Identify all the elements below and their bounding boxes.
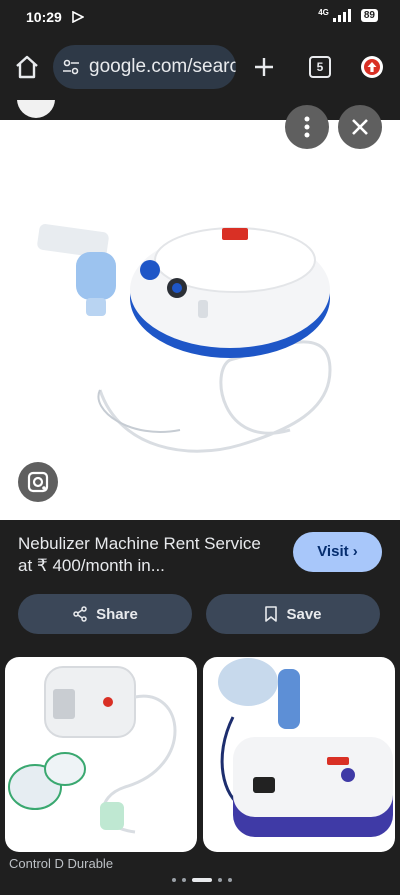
visit-label: Visit [317, 543, 349, 560]
pager-dot [228, 878, 232, 882]
network-label: 4G [318, 8, 329, 17]
update-icon[interactable] [361, 56, 383, 78]
pager-dot [172, 878, 176, 882]
pager-dots [172, 878, 232, 882]
pager-dot [218, 878, 222, 882]
tune-icon[interactable] [62, 58, 80, 76]
home-icon[interactable] [14, 54, 40, 80]
related-result-thumbnail[interactable] [5, 657, 197, 852]
status-time: 10:29 [26, 9, 62, 25]
bookmark-icon [265, 606, 278, 622]
gesture-pager [0, 872, 400, 895]
product-image-nebulizer [37, 224, 332, 453]
share-icon [73, 606, 87, 622]
image-viewer[interactable] [0, 100, 400, 520]
save-label: Save [286, 605, 322, 623]
status-indicators: 4G 89 [318, 8, 378, 22]
new-tab-icon[interactable] [252, 55, 276, 79]
pager-dot [182, 878, 186, 882]
related-result-caption[interactable]: Control D Durable [9, 856, 113, 871]
save-button[interactable]: Save [206, 594, 380, 634]
visit-button[interactable]: Visit › [293, 532, 382, 572]
url-text: google.com/search [89, 56, 236, 77]
tab-switcher-button[interactable]: 5 [309, 56, 331, 78]
lens-icon[interactable] [18, 462, 58, 502]
result-title[interactable]: Nebulizer Machine Rent Service at ₹ 400/… [18, 533, 278, 577]
pager-dot-active [192, 878, 212, 882]
related-result-thumbnail[interactable] [203, 657, 395, 852]
related-image-nebulizer-kit [8, 666, 177, 834]
browser-toolbar: google.com/search 5 [0, 36, 400, 100]
chevron-right-icon: › [352, 543, 358, 560]
share-button[interactable]: Share [18, 594, 192, 634]
status-bar: 10:29 4G 89 [0, 0, 400, 36]
play-store-icon [72, 11, 84, 23]
battery-indicator: 89 [360, 9, 378, 22]
signal-icon [332, 9, 351, 22]
more-vert-icon[interactable] [285, 105, 329, 149]
share-label: Share [96, 605, 138, 623]
address-bar[interactable]: google.com/search [53, 45, 236, 89]
related-image-compressor-nebulizer [218, 658, 393, 837]
close-icon[interactable] [338, 105, 382, 149]
